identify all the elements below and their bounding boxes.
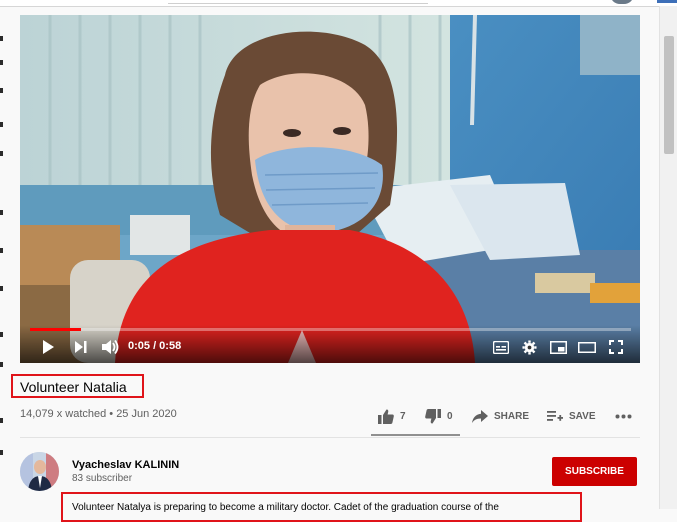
share-button[interactable]: SHARE — [472, 404, 529, 428]
video-frame — [20, 15, 640, 363]
save-label: SAVE — [569, 410, 596, 422]
subscribe-button[interactable]: SUBSCRIBE — [552, 457, 637, 486]
channel-name[interactable]: Vyacheslav KALININ — [72, 459, 179, 471]
like-count: 7 — [400, 410, 406, 422]
subtitles-icon — [493, 340, 509, 354]
play-icon — [43, 340, 54, 354]
window-edge — [657, 0, 677, 3]
volume-icon — [102, 339, 119, 355]
play-button[interactable] — [37, 337, 59, 357]
video-title: Volunteer Natalia — [20, 379, 127, 395]
subtitles-button[interactable] — [490, 337, 512, 357]
top-bar — [0, 0, 677, 7]
subscriber-count: 83 subscriber — [72, 473, 133, 484]
share-label: SHARE — [494, 410, 530, 422]
channel-avatar[interactable] — [20, 452, 59, 491]
theater-icon — [578, 341, 596, 353]
scrollbar-thumb[interactable] — [664, 36, 674, 154]
fullscreen-icon — [609, 340, 623, 354]
section-divider — [20, 437, 640, 438]
search-box-edge[interactable] — [168, 0, 428, 4]
like-ratio-bar — [371, 434, 460, 436]
progress-played — [30, 328, 82, 331]
account-avatar[interactable] — [610, 0, 634, 4]
video-player[interactable]: 0:05 / 0:58 — [20, 15, 640, 363]
like-icon — [378, 409, 394, 424]
player-controls: 0:05 / 0:58 — [20, 325, 640, 363]
miniplayer-icon — [549, 340, 567, 354]
channel-avatar-image — [20, 452, 59, 491]
progress-bar[interactable] — [30, 328, 631, 331]
next-icon — [75, 341, 87, 353]
settings-icon — [521, 339, 537, 355]
like-button[interactable]: 7 — [378, 404, 406, 428]
time-display: 0:05 / 0:58 — [128, 340, 182, 352]
settings-button[interactable] — [518, 337, 540, 357]
left-edge-markers — [0, 30, 4, 500]
view-count-and-date: 14,079 x watched • 25 Jun 2020 — [20, 408, 177, 420]
miniplayer-button[interactable] — [547, 337, 569, 357]
more-icon — [615, 414, 632, 418]
dislike-icon — [425, 408, 441, 423]
video-description: Volunteer Natalya is preparing to become… — [72, 502, 499, 513]
dislike-button[interactable]: 0 — [425, 404, 453, 428]
page-scrollbar[interactable] — [659, 6, 677, 509]
volume-button[interactable] — [99, 337, 121, 357]
save-icon — [547, 411, 563, 421]
save-button[interactable]: SAVE — [547, 404, 596, 428]
theater-mode-button[interactable] — [576, 337, 598, 357]
share-icon — [472, 409, 488, 423]
more-actions-button[interactable] — [615, 404, 638, 428]
next-button[interactable] — [70, 337, 92, 357]
dislike-count: 0 — [447, 410, 453, 422]
fullscreen-button[interactable] — [605, 337, 627, 357]
